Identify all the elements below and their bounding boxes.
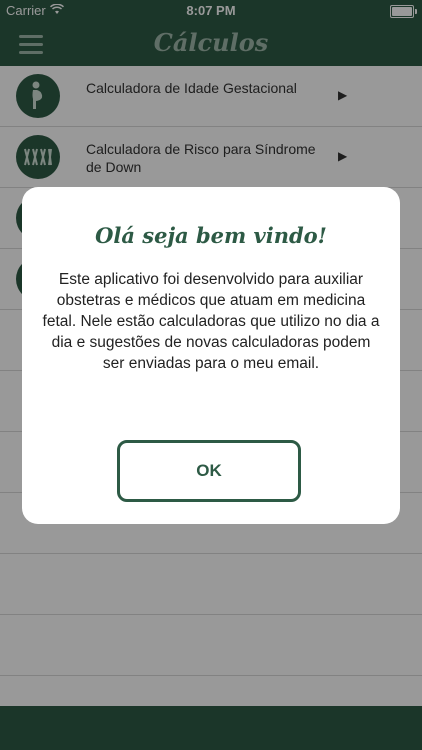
dialog-title: Olá seja bem vindo!	[95, 223, 327, 248]
welcome-dialog: Olá seja bem vindo! Este aplicativo foi …	[22, 187, 400, 524]
dialog-message: Este aplicativo foi desenvolvido para au…	[42, 271, 380, 372]
ok-button[interactable]: OK	[117, 440, 301, 502]
